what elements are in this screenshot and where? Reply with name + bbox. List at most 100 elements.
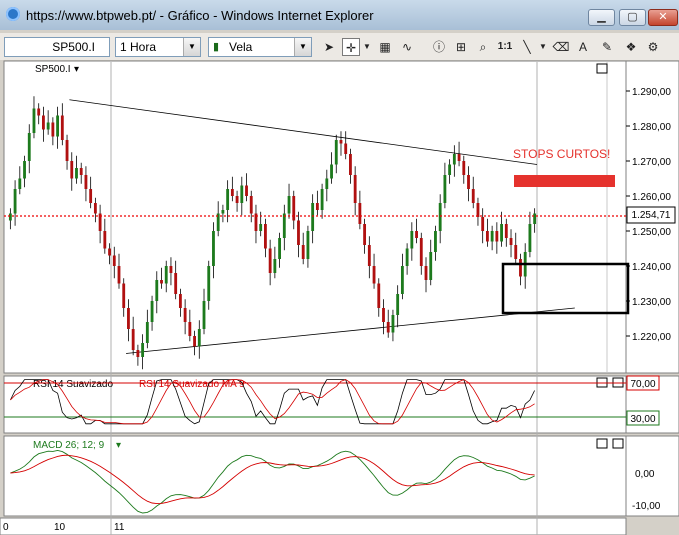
candle[interactable]	[169, 266, 173, 273]
candle[interactable]	[301, 245, 305, 259]
crosshair-dropdown[interactable]: ▼	[362, 38, 372, 56]
candle[interactable]	[89, 189, 93, 203]
candle[interactable]	[164, 266, 168, 284]
candle[interactable]	[8, 213, 12, 221]
candle[interactable]	[485, 231, 489, 242]
price-panel[interactable]	[3, 60, 627, 374]
candle[interactable]	[514, 245, 518, 259]
candle[interactable]	[23, 161, 26, 179]
candle[interactable]	[56, 115, 60, 137]
candle[interactable]	[230, 189, 234, 196]
candle[interactable]	[259, 224, 263, 231]
eraser-button[interactable]: ⌫	[552, 38, 570, 56]
candle[interactable]	[122, 283, 126, 309]
candle[interactable]	[358, 203, 362, 224]
candle[interactable]	[377, 283, 381, 309]
candle[interactable]	[528, 224, 532, 252]
chevron-down-icon[interactable]: ▾	[116, 440, 121, 451]
candle[interactable]	[160, 280, 163, 284]
candle[interactable]	[60, 115, 64, 141]
candle[interactable]	[103, 231, 107, 249]
candle[interactable]	[108, 248, 111, 256]
candle[interactable]	[212, 231, 215, 266]
candle[interactable]	[235, 196, 239, 203]
stops-zone[interactable]	[514, 175, 615, 187]
candle[interactable]	[320, 189, 324, 210]
candle[interactable]	[46, 122, 50, 130]
candle[interactable]	[93, 203, 97, 214]
maximize-button[interactable]: ▢	[619, 9, 646, 26]
candle[interactable]	[500, 224, 503, 242]
candle[interactable]	[391, 315, 395, 333]
candle[interactable]	[434, 231, 437, 252]
candle[interactable]	[145, 322, 149, 343]
candle[interactable]	[268, 248, 272, 274]
minimize-button[interactable]: ▁	[588, 9, 615, 26]
timeframe-select[interactable]: 1 Hora ▼	[115, 37, 201, 57]
candle[interactable]	[495, 231, 499, 242]
candle[interactable]	[141, 343, 145, 357]
candle[interactable]	[117, 266, 121, 284]
candle[interactable]	[344, 143, 348, 155]
candle[interactable]	[419, 238, 423, 266]
candle[interactable]	[400, 266, 404, 294]
candle[interactable]	[396, 294, 400, 315]
candle[interactable]	[287, 196, 291, 214]
candle[interactable]	[424, 266, 428, 280]
candle[interactable]	[325, 178, 329, 190]
candle[interactable]	[457, 154, 461, 161]
panel-maximize-icon[interactable]	[596, 438, 608, 449]
candle[interactable]	[330, 164, 333, 179]
candle[interactable]	[353, 175, 357, 203]
candle[interactable]	[490, 231, 494, 242]
studies-button[interactable]: ▦	[376, 38, 394, 56]
candle[interactable]	[79, 168, 83, 175]
candle[interactable]	[410, 231, 414, 249]
candle[interactable]	[188, 322, 192, 336]
candle[interactable]	[202, 301, 206, 329]
line-draw-dropdown[interactable]: ▼	[538, 38, 548, 56]
candle[interactable]	[438, 203, 442, 231]
candle[interactable]	[462, 161, 466, 175]
candle[interactable]	[221, 210, 225, 214]
candle[interactable]	[207, 266, 211, 301]
close-button[interactable]: ✕	[648, 9, 678, 26]
candle[interactable]	[136, 350, 140, 357]
panel-maximize-icon[interactable]	[596, 63, 608, 74]
candle[interactable]	[452, 154, 456, 165]
candle[interactable]	[112, 255, 116, 267]
chart-area[interactable]: SP500.I ▾ 1.290,00 1.280,00 1.270,00 1.260,…	[0, 60, 679, 535]
candle[interactable]	[471, 189, 475, 203]
candle[interactable]	[226, 189, 230, 210]
candle[interactable]	[519, 259, 522, 277]
candle[interactable]	[386, 322, 390, 333]
candle[interactable]	[481, 217, 485, 231]
candle[interactable]	[334, 140, 338, 165]
zoom-reset-button[interactable]: 1:1	[496, 38, 514, 56]
candle[interactable]	[311, 203, 315, 231]
candle[interactable]	[443, 175, 447, 203]
chart-style-select[interactable]: ▮ Vela ▼	[208, 37, 312, 57]
candle[interactable]	[372, 266, 376, 284]
candle[interactable]	[339, 140, 343, 144]
settings-button[interactable]: ⚙	[644, 38, 662, 56]
candle[interactable]	[193, 336, 196, 347]
candle[interactable]	[382, 308, 385, 322]
candle[interactable]	[533, 213, 537, 225]
line-draw-button[interactable]: ╲	[518, 38, 536, 56]
zoom-button[interactable]: ⌕	[474, 38, 492, 56]
candle[interactable]	[349, 154, 352, 175]
symbol-input[interactable]: SP500.I	[4, 37, 110, 57]
text-tool-button[interactable]: A	[574, 38, 592, 56]
candle[interactable]	[178, 294, 182, 308]
candle[interactable]	[13, 189, 17, 214]
candle[interactable]	[240, 185, 244, 204]
candle[interactable]	[174, 273, 178, 294]
candle[interactable]	[70, 161, 74, 179]
candle[interactable]	[448, 164, 452, 176]
candle[interactable]	[429, 252, 433, 280]
candle[interactable]	[65, 140, 69, 161]
candle[interactable]	[292, 196, 296, 221]
candle[interactable]	[51, 122, 55, 137]
candle[interactable]	[509, 238, 513, 245]
